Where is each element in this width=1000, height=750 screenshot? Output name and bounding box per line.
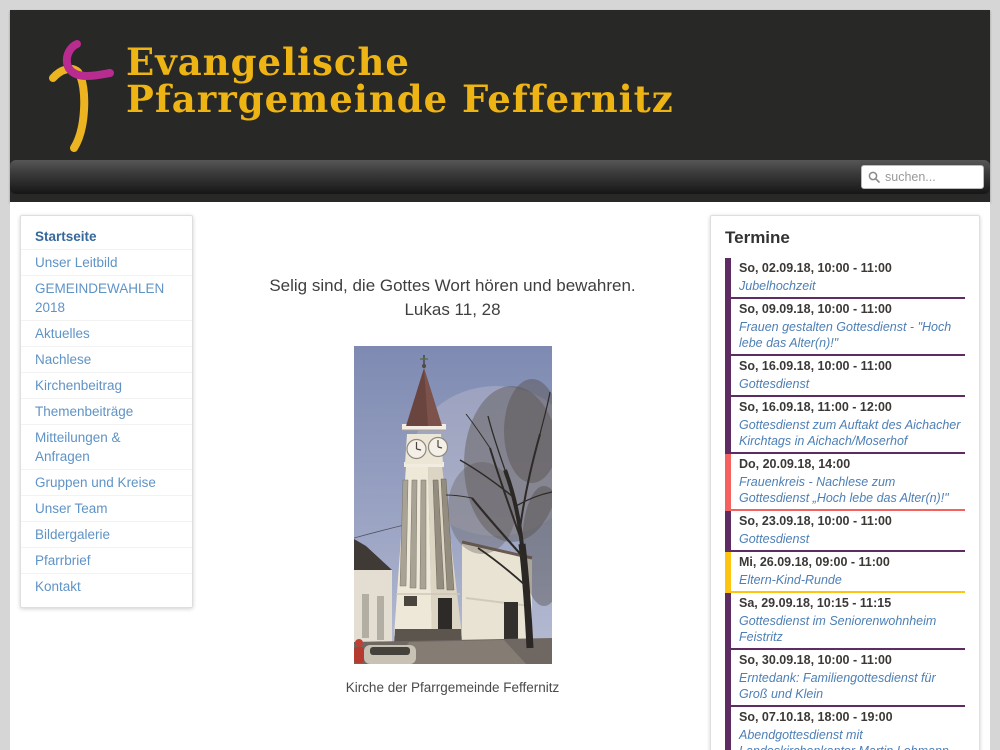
search-input[interactable] xyxy=(885,170,977,184)
sidebar-menu-item[interactable]: Pfarrbrief xyxy=(21,547,192,573)
sidebar-menu-item[interactable]: Unser Leitbild xyxy=(21,249,192,275)
event-title-link[interactable]: Gottesdienst xyxy=(739,531,963,547)
event-title-link[interactable]: Erntedank: Familiengottesdienst für Groß… xyxy=(739,670,963,702)
event-title-link[interactable]: Gottesdienst im Seniorenwohnheim Feistri… xyxy=(739,613,963,645)
site-logo-link[interactable]: Evangelische Pfarrgemeinde Feffernitz xyxy=(10,10,810,160)
bible-quote: Selig sind, die Gottes Wort hören und be… xyxy=(200,274,705,322)
termine-panel: Termine So, 02.09.18, 10:00 - 11:00 Jube… xyxy=(710,215,980,750)
sidebar-menu-item[interactable]: Startseite xyxy=(21,224,192,249)
event-date: So, 16.09.18, 11:00 - 12:00 xyxy=(739,399,963,415)
sidebar-menu-item[interactable]: Aktuelles xyxy=(21,320,192,346)
sidebar-menu-item[interactable]: Mitteilungen & Anfragen xyxy=(21,424,192,469)
termine-event: Do, 20.09.18, 14:00 Frauenkreis - Nachle… xyxy=(725,454,965,511)
event-date: So, 30.09.18, 10:00 - 11:00 xyxy=(739,652,963,668)
event-date: So, 16.09.18, 10:00 - 11:00 xyxy=(739,358,963,374)
main-content: Startseite Unser Leitbild GEMEINDEWAHLEN… xyxy=(10,202,990,750)
sidebar-menu-item[interactable]: Nachlese xyxy=(21,346,192,372)
search-icon xyxy=(868,171,880,183)
termine-event: So, 30.09.18, 10:00 - 11:00 Erntedank: F… xyxy=(725,650,965,707)
termine-heading: Termine xyxy=(725,228,965,248)
sidebar-menu-item[interactable]: Themenbeiträge xyxy=(21,398,192,424)
bible-quote-source: Lukas 11, 28 xyxy=(200,298,705,322)
site-header: Evangelische Pfarrgemeinde Feffernitz xyxy=(10,10,990,202)
event-date: Sa, 29.09.18, 10:15 - 11:15 xyxy=(739,595,963,611)
sidebar-menu-item[interactable]: Bildergalerie xyxy=(21,521,192,547)
termine-event: So, 02.09.18, 10:00 - 11:00 Jubelhochzei… xyxy=(725,258,965,299)
sidebar-menu: Startseite Unser Leitbild GEMEINDEWAHLEN… xyxy=(20,215,193,608)
termine-event: Sa, 29.09.18, 10:15 - 11:15 Gottesdienst… xyxy=(725,593,965,650)
event-title-link[interactable]: Gottesdienst xyxy=(739,376,963,392)
sidebar-menu-item[interactable]: Unser Team xyxy=(21,495,192,521)
photo-caption: Kirche der Pfarrgemeinde Feffernitz xyxy=(200,680,705,695)
event-date: Do, 20.09.18, 14:00 xyxy=(739,456,963,472)
event-date: So, 23.09.18, 10:00 - 11:00 xyxy=(739,513,963,529)
cross-logo-icon xyxy=(46,24,118,157)
main-column: Selig sind, die Gottes Wort hören und be… xyxy=(200,202,705,695)
church-photo xyxy=(200,346,705,664)
sidebar-menu-item[interactable]: GEMEINDEWAHLEN 2018 xyxy=(21,275,192,320)
event-date: So, 09.09.18, 10:00 - 11:00 xyxy=(739,301,963,317)
event-title-link[interactable]: Frauen gestalten Gottesdienst - "Hoch le… xyxy=(739,319,963,351)
bible-quote-text: Selig sind, die Gottes Wort hören und be… xyxy=(200,274,705,298)
event-title-link[interactable]: Abendgottesdienst mit Landeskirchenkanto… xyxy=(739,727,963,750)
sidebar-menu-item[interactable]: Kirchenbeitrag xyxy=(21,372,192,398)
page: Evangelische Pfarrgemeinde Feffernitz St xyxy=(0,0,1000,750)
sidebar-menu-item[interactable]: Kontakt xyxy=(21,573,192,599)
event-title-link[interactable]: Frauenkreis - Nachlese zum Gottesdienst … xyxy=(739,474,963,506)
event-title-link[interactable]: Eltern-Kind-Runde xyxy=(739,572,963,588)
termine-event: So, 07.10.18, 18:00 - 19:00 Abendgottesd… xyxy=(725,707,965,750)
event-date: So, 02.09.18, 10:00 - 11:00 xyxy=(739,260,963,276)
search-box xyxy=(861,165,984,189)
event-date: Mi, 26.09.18, 09:00 - 11:00 xyxy=(739,554,963,570)
termine-event: So, 09.09.18, 10:00 - 11:00 Frauen gesta… xyxy=(725,299,965,356)
termine-event: So, 16.09.18, 11:00 - 12:00 Gottesdienst… xyxy=(725,397,965,454)
termine-event: So, 23.09.18, 10:00 - 11:00 Gottesdienst xyxy=(725,511,965,552)
termine-event: Mi, 26.09.18, 09:00 - 11:00 Eltern-Kind-… xyxy=(725,552,965,593)
sidebar-menu-item[interactable]: Gruppen und Kreise xyxy=(21,469,192,495)
site-title-line2: Pfarrgemeinde Feffernitz xyxy=(126,77,674,121)
termine-list: So, 02.09.18, 10:00 - 11:00 Jubelhochzei… xyxy=(725,258,965,750)
navbar xyxy=(10,160,990,194)
termine-event: So, 16.09.18, 10:00 - 11:00 Gottesdienst xyxy=(725,356,965,397)
event-date: So, 07.10.18, 18:00 - 19:00 xyxy=(739,709,963,725)
event-title-link[interactable]: Gottesdienst zum Auftakt des Aichacher K… xyxy=(739,417,963,449)
site-title: Evangelische Pfarrgemeinde Feffernitz xyxy=(126,44,674,118)
event-title-link[interactable]: Jubelhochzeit xyxy=(739,278,963,294)
